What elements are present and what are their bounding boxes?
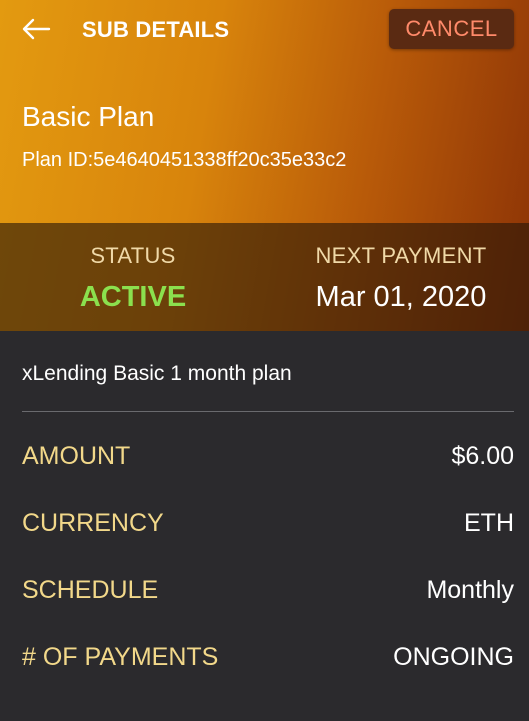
page-title: SUB DETAILS (82, 17, 230, 42)
plan-id: Plan ID:5e4640451338ff20c35e33c2 (22, 149, 347, 171)
detail-row-payments: # OF PAYMENTS ONGOING (22, 643, 514, 683)
arrow-left-icon (22, 18, 51, 40)
plan-name: Basic Plan (22, 101, 155, 132)
schedule-value: Monthly (426, 576, 514, 604)
back-button[interactable] (18, 14, 54, 44)
subscription-details-screen: SUB DETAILS CANCEL Basic Plan Plan ID:5e… (0, 0, 529, 721)
detail-row-currency: CURRENCY ETH (22, 509, 514, 549)
cancel-button[interactable]: CANCEL (389, 9, 514, 49)
detail-row-schedule: SCHEDULE Monthly (22, 576, 514, 616)
currency-value: ETH (464, 509, 514, 537)
payments-count-label: # OF PAYMENTS (22, 643, 219, 671)
amount-value: $6.00 (451, 442, 514, 470)
status-value: ACTIVE (79, 281, 187, 313)
divider (22, 411, 514, 412)
schedule-label: SCHEDULE (22, 576, 159, 604)
payments-count-value: ONGOING (393, 643, 514, 671)
currency-label: CURRENCY (22, 509, 164, 537)
next-payment-label: NEXT PAYMENT (315, 243, 487, 268)
next-payment-date: Mar 01, 2020 (315, 281, 487, 313)
status-block: STATUS ACTIVE (20, 223, 246, 331)
next-payment-block: NEXT PAYMENT Mar 01, 2020 (286, 223, 516, 331)
status-label: STATUS (90, 243, 176, 268)
plan-description: xLending Basic 1 month plan (22, 362, 292, 385)
detail-row-amount: AMOUNT $6.00 (22, 442, 514, 482)
amount-label: AMOUNT (22, 442, 131, 470)
